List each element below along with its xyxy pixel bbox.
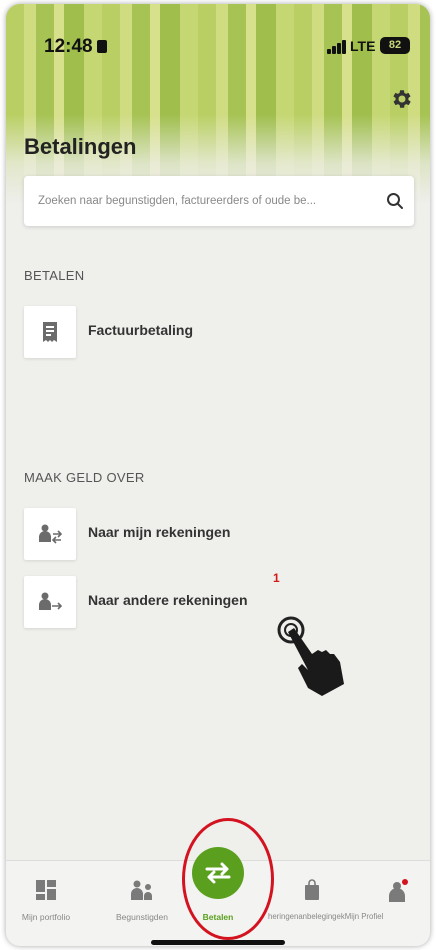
phone-screen: 12:48 LTE 82 Betalingen BETALEN Factuurb… [6, 4, 430, 946]
nav-label-overlap: heringenanbelegingekMijn Profiel [268, 912, 384, 921]
hand-cursor-icon [277, 616, 344, 696]
sim-icon [96, 40, 107, 53]
page-title: Betalingen [24, 134, 137, 159]
list-item-label: Factuurbetaling [88, 322, 194, 338]
signal-icon [327, 40, 349, 54]
search-box[interactable] [24, 176, 414, 226]
portfolio-icon [36, 880, 56, 900]
bag-icon [305, 879, 319, 900]
nav-item-portfolio[interactable]: Mijn portfolio [22, 861, 70, 946]
transfer-other-icon [39, 592, 63, 610]
list-item-label: Naar andere rekeningen [88, 592, 248, 608]
home-indicator[interactable] [151, 940, 285, 945]
transfer-own-icon [39, 524, 63, 544]
annotation-step-number: 1 [273, 571, 280, 585]
row-icon-box [24, 306, 76, 358]
status-bar: 12:48 LTE 82 [6, 4, 430, 64]
search-input[interactable] [38, 176, 378, 226]
status-time: 12:48 [44, 36, 107, 58]
row-icon-box [24, 576, 76, 628]
nav-item-begunstigden[interactable]: Begunstigden [116, 861, 168, 946]
invoice-icon [43, 322, 57, 342]
section-label-transfer: MAAK GELD OVER [24, 470, 145, 485]
list-item-naar-mijn-rekeningen[interactable]: Naar mijn rekeningen [24, 508, 414, 560]
highlight-circle [182, 818, 274, 940]
battery-icon: 82 [380, 37, 410, 54]
search-icon[interactable] [386, 192, 404, 210]
nav-item-profiel[interactable] [378, 861, 418, 946]
payees-icon [131, 880, 152, 900]
section-label-betalen: BETALEN [24, 268, 85, 283]
nav-label: Mijn portfolio [21, 912, 71, 922]
network-type: LTE [350, 38, 376, 54]
list-item-factuurbetaling[interactable]: Factuurbetaling [24, 306, 414, 358]
nav-label: Begunstigden [116, 912, 168, 922]
nav-item-beleggingen[interactable] [294, 861, 330, 946]
profile-icon [389, 879, 408, 902]
gear-icon[interactable] [390, 87, 414, 111]
list-item-label: Naar mijn rekeningen [88, 524, 231, 540]
time-text: 12:48 [44, 36, 93, 57]
row-icon-box [24, 508, 76, 560]
